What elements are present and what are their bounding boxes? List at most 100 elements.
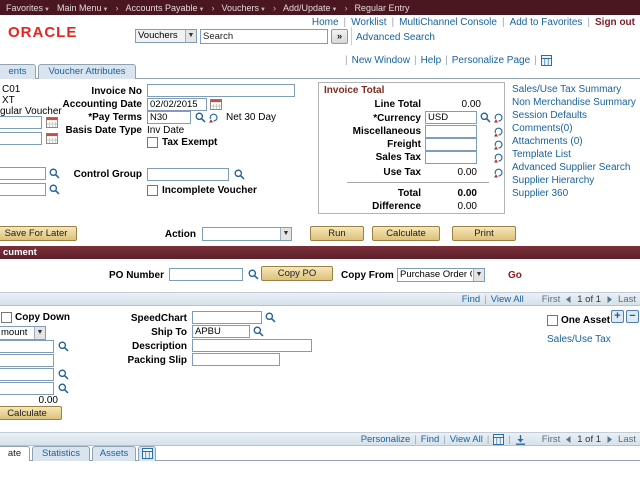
comments-link[interactable]: Comments(0) bbox=[512, 123, 573, 134]
line-calculate-button[interactable]: Calculate bbox=[0, 406, 62, 420]
personalize-link[interactable]: Personalize bbox=[361, 434, 411, 445]
supplier-location-input[interactable] bbox=[0, 183, 46, 196]
search-scope-select[interactable]: Vouchers▼ bbox=[135, 29, 197, 43]
copy-po-button[interactable]: Copy PO bbox=[261, 266, 333, 281]
supplier-360-link[interactable]: Supplier 360 bbox=[512, 188, 568, 199]
lookup-icon[interactable] bbox=[265, 312, 277, 324]
currency-detail-icon[interactable] bbox=[493, 139, 505, 151]
currency-detail-icon[interactable] bbox=[493, 126, 505, 138]
new-window-icon[interactable] bbox=[541, 55, 552, 66]
sales-tax-input[interactable] bbox=[425, 151, 477, 164]
download-grid-icon[interactable] bbox=[515, 434, 526, 445]
line-quantity-input[interactable] bbox=[0, 354, 54, 367]
lookup-icon[interactable] bbox=[49, 184, 61, 196]
control-group-input[interactable] bbox=[147, 168, 229, 181]
previous-row-icon[interactable] bbox=[564, 295, 573, 304]
find-link[interactable]: Find bbox=[421, 434, 439, 445]
one-asset-checkbox[interactable] bbox=[547, 315, 558, 326]
multichannel-console-link[interactable]: MultiChannel Console bbox=[399, 17, 497, 28]
calendar-icon[interactable] bbox=[210, 98, 222, 110]
template-list-link[interactable]: Template List bbox=[512, 149, 571, 160]
breadcrumb-accounts-payable[interactable]: Accounts Payable▼ bbox=[125, 3, 204, 13]
lookup-icon[interactable] bbox=[195, 112, 207, 124]
sales-use-tax-link[interactable]: Sales/Use Tax bbox=[547, 334, 611, 345]
sign-out-link[interactable]: Sign out bbox=[595, 17, 635, 28]
next-row-icon[interactable] bbox=[605, 295, 614, 304]
lookup-icon[interactable] bbox=[234, 169, 246, 181]
advanced-search-link[interactable]: Advanced Search bbox=[356, 32, 435, 43]
previous-row-icon[interactable] bbox=[564, 435, 573, 444]
calculate-button[interactable]: Calculate bbox=[372, 226, 440, 241]
global-search-input[interactable]: Search bbox=[200, 29, 328, 44]
help-link[interactable]: Help bbox=[421, 55, 442, 66]
ship-to-input[interactable]: APBU bbox=[192, 325, 250, 338]
incomplete-voucher-checkbox[interactable] bbox=[147, 185, 158, 196]
currency-detail-icon[interactable] bbox=[493, 152, 505, 164]
first-label[interactable]: First bbox=[542, 294, 560, 305]
non-merchandise-summary-link[interactable]: Non Merchandise Summary bbox=[512, 97, 636, 108]
attachments-link[interactable]: Attachments (0) bbox=[512, 136, 583, 147]
home-link[interactable]: Home bbox=[312, 17, 339, 28]
last-label[interactable]: Last bbox=[618, 294, 636, 305]
lookup-icon[interactable] bbox=[58, 383, 70, 395]
personalize-page-link[interactable]: Personalize Page bbox=[452, 55, 530, 66]
tab-voucher-attributes[interactable]: Voucher Attributes bbox=[38, 64, 136, 79]
po-number-input[interactable] bbox=[169, 268, 243, 281]
zoom-grid-icon[interactable] bbox=[493, 434, 504, 445]
description-input[interactable] bbox=[192, 339, 312, 352]
lookup-icon[interactable] bbox=[58, 369, 70, 381]
currency-detail-icon[interactable] bbox=[493, 167, 505, 179]
save-for-later-button[interactable]: Save For Later bbox=[0, 226, 77, 241]
find-link[interactable]: Find bbox=[462, 294, 480, 305]
view-all-link[interactable]: View All bbox=[450, 434, 483, 445]
packing-slip-input[interactable] bbox=[192, 353, 280, 366]
tab-show-all-columns[interactable] bbox=[138, 446, 156, 461]
accounting-date-input[interactable]: 02/02/2015 bbox=[147, 98, 207, 111]
tax-exempt-checkbox[interactable] bbox=[147, 137, 158, 148]
copy-down-checkbox[interactable] bbox=[1, 312, 12, 323]
print-button[interactable]: Print bbox=[452, 226, 516, 241]
copy-from-select[interactable]: Purchase Order Or▼ bbox=[397, 268, 485, 282]
breadcrumb-vouchers[interactable]: Vouchers▼ bbox=[221, 3, 265, 13]
pay-terms-detail-icon[interactable] bbox=[208, 112, 220, 124]
currency-detail-icon[interactable] bbox=[493, 112, 505, 124]
search-go-button[interactable]: » bbox=[331, 29, 348, 44]
action-select[interactable]: ▼ bbox=[202, 227, 292, 241]
breadcrumb-favorites[interactable]: Favorites▼ bbox=[6, 3, 50, 13]
lookup-icon[interactable] bbox=[480, 112, 492, 124]
worklist-link[interactable]: Worklist bbox=[351, 17, 386, 28]
tab-rate-partial[interactable]: ate bbox=[0, 446, 30, 461]
lookup-icon[interactable] bbox=[253, 326, 265, 338]
freight-input[interactable] bbox=[425, 138, 477, 151]
line-uom-input[interactable] bbox=[0, 368, 54, 381]
line-item-input[interactable] bbox=[0, 340, 54, 353]
last-label[interactable]: Last bbox=[618, 434, 636, 445]
invoice-no-input[interactable] bbox=[147, 84, 295, 97]
miscellaneous-input[interactable] bbox=[425, 125, 477, 138]
invoice-date-input[interactable] bbox=[0, 116, 42, 129]
session-defaults-link[interactable]: Session Defaults bbox=[512, 110, 587, 121]
currency-input[interactable]: USD bbox=[425, 111, 477, 124]
lookup-icon[interactable] bbox=[58, 341, 70, 353]
breadcrumb-add-update[interactable]: Add/Update▼ bbox=[283, 3, 338, 13]
first-label[interactable]: First bbox=[542, 434, 560, 445]
line-unit-price-input[interactable] bbox=[0, 382, 54, 395]
tab-payments-partial[interactable]: ents bbox=[0, 64, 36, 79]
lookup-icon[interactable] bbox=[248, 269, 260, 281]
view-all-link[interactable]: View All bbox=[491, 294, 524, 305]
pay-terms-input[interactable]: N30 bbox=[147, 111, 191, 124]
run-button[interactable]: Run bbox=[310, 226, 364, 241]
tab-assets[interactable]: Assets bbox=[92, 446, 136, 461]
tab-statistics[interactable]: Statistics bbox=[32, 446, 90, 461]
speedchart-input[interactable] bbox=[192, 311, 262, 324]
sales-use-tax-summary-link[interactable]: Sales/Use Tax Summary bbox=[512, 84, 621, 95]
new-window-link[interactable]: New Window bbox=[352, 55, 410, 66]
advanced-supplier-search-link[interactable]: Advanced Supplier Search bbox=[512, 162, 630, 173]
supplier-hierarchy-link[interactable]: Supplier Hierarchy bbox=[512, 175, 594, 186]
next-row-icon[interactable] bbox=[605, 435, 614, 444]
amount-type-select[interactable]: mount▼ bbox=[0, 326, 46, 340]
breadcrumb-main-menu[interactable]: Main Menu▼ bbox=[57, 3, 108, 13]
delete-row-button[interactable]: − bbox=[626, 310, 639, 323]
add-to-favorites-link[interactable]: Add to Favorites bbox=[510, 17, 583, 28]
invoice-received-input[interactable] bbox=[0, 132, 42, 145]
